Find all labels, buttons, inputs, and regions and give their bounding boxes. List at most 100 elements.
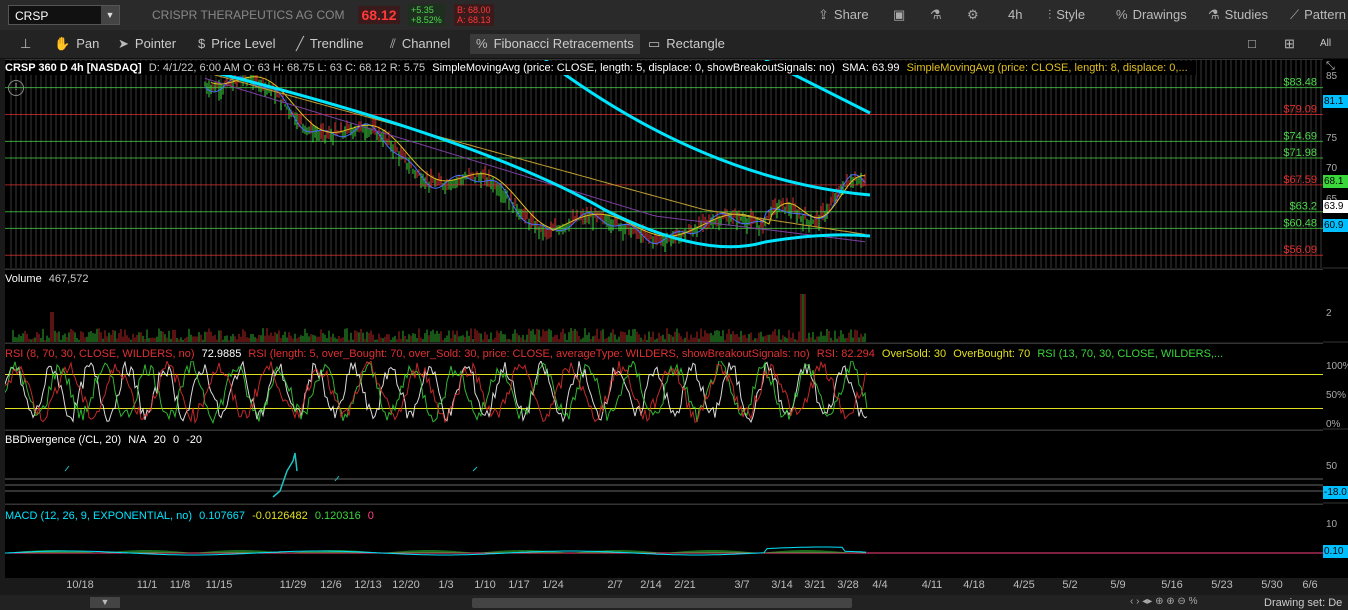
sma5-label: SimpleMovingAvg (price: CLOSE, length: 5… bbox=[432, 62, 835, 74]
timeframe-button[interactable]: 4h bbox=[1008, 6, 1022, 24]
rsi-scale[interactable] bbox=[1323, 343, 1348, 428]
date-label: 10/18 bbox=[66, 579, 94, 591]
layout-button[interactable]: ⊞ bbox=[1278, 34, 1307, 54]
volume-pane-header: Volume 467,572 bbox=[5, 272, 93, 286]
pan-tool[interactable]: ✋ Pan bbox=[48, 34, 105, 54]
rsi8-label: RSI (8, 70, 30, CLOSE, WILDERS, no) bbox=[5, 348, 195, 360]
date-label: 5/23 bbox=[1211, 579, 1233, 591]
date-label: 11/15 bbox=[205, 579, 233, 591]
company-name: CRISPR THERAPEUTICS AG COM bbox=[152, 8, 345, 22]
share-icon: ⇪ bbox=[818, 7, 829, 22]
all-button[interactable]: All bbox=[1314, 34, 1337, 54]
drawings-button[interactable]: % Drawings bbox=[1116, 6, 1187, 24]
date-label: 12/6 bbox=[320, 579, 342, 591]
drawing-set-label[interactable]: Drawing set: De bbox=[1264, 597, 1342, 609]
right-arrow-icon[interactable]: › bbox=[1136, 596, 1139, 607]
date-label: 1/3 bbox=[438, 579, 454, 591]
volume-label: Volume bbox=[5, 273, 42, 285]
date-label: 2/7 bbox=[607, 579, 623, 591]
symbol-value: CRSP bbox=[15, 9, 49, 23]
patterns-button[interactable]: ⟋ Pattern bbox=[1290, 6, 1346, 24]
date-label: 1/17 bbox=[508, 579, 530, 591]
net-change: +5.35 +8.52% bbox=[408, 4, 445, 26]
all-label: All bbox=[1320, 38, 1332, 49]
flask-icon: ⚗ bbox=[930, 7, 942, 22]
date-label: 11/29 bbox=[279, 579, 307, 591]
date-label: 5/9 bbox=[1110, 579, 1126, 591]
style-button[interactable]: ⫶ Style bbox=[1048, 6, 1085, 24]
rsi5-value: RSI: 82.294 bbox=[816, 348, 875, 360]
fit-icon[interactable]: ◂▸ bbox=[1142, 596, 1152, 607]
volume-bars bbox=[12, 294, 866, 342]
date-label: 11/8 bbox=[169, 579, 191, 591]
pointer-tool[interactable]: ➤ Pointer bbox=[112, 34, 182, 54]
settings-button[interactable]: ⚙ bbox=[967, 6, 984, 24]
macd-scale-10: 10 bbox=[1326, 519, 1338, 530]
price-level-tool[interactable]: $ Price Level bbox=[192, 34, 282, 54]
macd-lines bbox=[5, 546, 1323, 556]
macd-avg: -0.0126482 bbox=[252, 510, 308, 522]
volume-chart-svg bbox=[12, 294, 866, 342]
zoom-out-icon[interactable]: ⊖ bbox=[1177, 596, 1185, 607]
fib-label: $79.09 bbox=[1283, 104, 1317, 116]
price-tag: 60.9 bbox=[1323, 218, 1348, 232]
percent-icon[interactable]: % bbox=[1189, 596, 1198, 607]
fib-label: $60.48 bbox=[1283, 217, 1317, 229]
price-level-label: Price Level bbox=[211, 36, 276, 51]
fibonacci-label: Fibonacci Retracements bbox=[493, 36, 634, 51]
symbol-input[interactable]: CRSP ▼ bbox=[8, 5, 120, 25]
square-button[interactable]: □ bbox=[1242, 34, 1268, 54]
price-chart-svg: $83.48 $79.09 $74.69 $71.98 $67.59 $63.2 $60.4… bbox=[5, 60, 1323, 268]
overbought-label: OverBought: 70 bbox=[953, 348, 1031, 360]
trendline-tool[interactable]: ╱ Trendline bbox=[290, 34, 370, 54]
share-button[interactable]: ⇪ Share bbox=[818, 6, 869, 24]
cursor-icon: ➤ bbox=[118, 36, 129, 51]
studies-button[interactable]: ⚗ Studies bbox=[1208, 6, 1268, 24]
channel-tool[interactable]: ⫽ Channel bbox=[384, 34, 456, 54]
last-price: 68.12 bbox=[358, 6, 400, 24]
date-label: 4/11 bbox=[921, 579, 943, 591]
expand-button[interactable]: ▼ bbox=[90, 597, 120, 608]
rectangle-tool[interactable]: ▭ Rectangle bbox=[642, 34, 731, 54]
rectangle-label: Rectangle bbox=[666, 36, 725, 51]
price-pane-header: CRSP 360 D 4h [NASDAQ] D: 4/1/22, 6:00 A… bbox=[5, 61, 1196, 75]
pin-icon: ⊥ bbox=[20, 36, 32, 51]
studies-label: Studies bbox=[1224, 7, 1269, 22]
dollar-icon: $ bbox=[198, 36, 206, 51]
macd-value: 0.107667 bbox=[199, 510, 246, 522]
pan-label: Pan bbox=[76, 36, 100, 51]
lab-button[interactable]: ⚗ bbox=[930, 6, 947, 24]
info-icon[interactable]: ! bbox=[8, 80, 24, 96]
fibonacci-tool[interactable]: % Fibonacci Retracements bbox=[470, 34, 640, 54]
zoom-in-icon[interactable]: ⊕ bbox=[1166, 596, 1174, 607]
price-pane[interactable]: $83.48 $79.09 $74.69 $71.98 $67.59 $63.2 $60.4… bbox=[5, 59, 1323, 268]
bid-value: B: 68.00 bbox=[457, 5, 491, 15]
price-scale-label: 85 bbox=[1326, 71, 1338, 83]
date-label: 1/10 bbox=[474, 579, 496, 591]
macd-diff: 0.120316 bbox=[314, 510, 361, 522]
flexible-grid-button[interactable]: ▣ bbox=[893, 6, 910, 24]
horizontal-scrollbar[interactable] bbox=[472, 598, 852, 608]
price-tag: 68.1 bbox=[1323, 174, 1348, 188]
left-arrow-icon[interactable]: ‹ bbox=[1130, 596, 1133, 607]
bb-scale-50: 50 bbox=[1326, 461, 1338, 472]
rsi-scale-0: 0% bbox=[1326, 419, 1341, 430]
pin-button[interactable]: ⊥ bbox=[14, 34, 43, 54]
drawings-label: Drawings bbox=[1132, 7, 1187, 22]
style-label: Style bbox=[1056, 7, 1086, 22]
macd-pane-header: MACD (12, 26, 9, EXPONENTIAL, no) 0.1076… bbox=[5, 509, 378, 523]
volume-scale[interactable] bbox=[1323, 269, 1348, 341]
zoom-controls[interactable]: ‹ › ◂▸ ⊕ ⊕ ⊖ % bbox=[1130, 596, 1198, 607]
trendline-icon: ╱ bbox=[296, 36, 304, 51]
price-tag: 63.9 bbox=[1323, 200, 1348, 214]
volume-pane[interactable] bbox=[5, 269, 1323, 342]
price-pane-title: CRSP 360 D 4h [NASDAQ] bbox=[5, 62, 142, 74]
date-label: 6/6 bbox=[1302, 579, 1318, 591]
grid-icon: ⊞ bbox=[1284, 36, 1295, 51]
bid-ask: B: 68.00 A: 68.13 bbox=[454, 4, 494, 26]
date-label: 5/30 bbox=[1261, 579, 1283, 591]
trendline-label: Trendline bbox=[309, 36, 364, 51]
chevron-down-icon[interactable]: ▼ bbox=[101, 6, 119, 24]
macd-scale[interactable] bbox=[1323, 504, 1348, 578]
crosshair-icon[interactable]: ⊕ bbox=[1155, 596, 1163, 607]
